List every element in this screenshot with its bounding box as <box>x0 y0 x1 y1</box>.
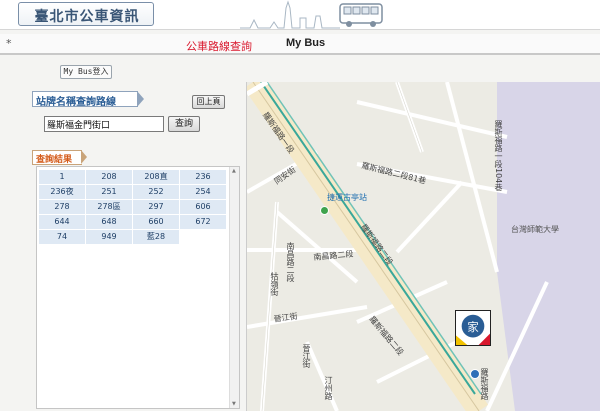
map-label: 牯嶺街 <box>270 272 279 296</box>
scroll-down-icon[interactable]: ▼ <box>232 401 236 407</box>
map-label: 羅斯福路一段104巷 <box>494 120 503 192</box>
family-logo-text: 家 <box>467 320 478 334</box>
search-panel: 站牌名稱查詢路線 回上頁 查詢 查詢結果 1 208 208直 236 236夜… <box>32 86 242 411</box>
map-label: 晉江街 <box>302 344 311 368</box>
results-list: 1 208 208直 236 236夜 251 252 254 278 278區… <box>36 166 240 409</box>
scroll-up-icon[interactable]: ▲ <box>232 168 236 174</box>
bus-stop-marker[interactable] <box>470 369 480 379</box>
site-title-text: 臺北市公車資訊 <box>34 9 140 25</box>
route-item[interactable]: 278區 <box>86 200 132 214</box>
bus-icon <box>339 3 383 27</box>
nav-star: * <box>6 37 12 50</box>
map-label-campus: 台灣師範大學 <box>511 225 559 234</box>
route-item[interactable]: 1 <box>39 170 85 184</box>
map-label: 汀州路 <box>324 376 333 400</box>
results-section-label-text: 查詢結果 <box>36 155 73 165</box>
route-item[interactable]: 644 <box>39 215 85 229</box>
results-scrollbar[interactable]: ▲ ▼ <box>229 167 239 408</box>
stop-name-input[interactable] <box>44 116 164 132</box>
my-bus-login-button[interactable]: My Bus登入 <box>60 65 112 79</box>
family-logo-icon[interactable]: 家 <box>455 310 491 346</box>
route-grid: 1 208 208直 236 236夜 251 252 254 278 278區… <box>39 170 226 244</box>
route-item[interactable]: 606 <box>180 200 226 214</box>
nav-route-query-link[interactable]: 公車路線查詢 <box>186 38 252 54</box>
city-skyline-icon <box>240 0 340 29</box>
back-button[interactable]: 回上頁 <box>192 95 225 109</box>
family-logo-graphic: 家 <box>456 311 490 345</box>
route-item[interactable]: 藍28 <box>133 230 179 244</box>
search-section-label-text: 站牌名稱查詢路線 <box>36 97 116 108</box>
mrt-station-marker[interactable] <box>320 206 329 215</box>
route-item[interactable]: 74 <box>39 230 85 244</box>
nav-my-bus-link[interactable]: My Bus <box>286 37 325 49</box>
route-item[interactable]: 254 <box>180 185 226 199</box>
site-title[interactable]: 臺北市公車資訊 <box>18 2 154 26</box>
results-section-label: 查詢結果 <box>32 150 82 165</box>
route-item[interactable]: 297 <box>133 200 179 214</box>
route-item[interactable]: 236 <box>180 170 226 184</box>
route-item[interactable]: 648 <box>86 215 132 229</box>
route-item[interactable]: 660 <box>133 215 179 229</box>
route-item[interactable]: 208直 <box>133 170 179 184</box>
query-button[interactable]: 查詢 <box>168 116 200 132</box>
route-item[interactable]: 252 <box>133 185 179 199</box>
route-item[interactable]: 949 <box>86 230 132 244</box>
map-streets <box>247 82 600 411</box>
search-section-label-arrow <box>137 91 144 107</box>
route-item[interactable]: 236夜 <box>39 185 85 199</box>
nav-bar: * 公車路線查詢 My Bus <box>0 34 600 55</box>
map-label-station: 捷運古亭站 <box>327 193 367 202</box>
route-item[interactable]: 672 <box>180 215 226 229</box>
search-section-label: 站牌名稱查詢路線 <box>32 91 138 108</box>
header: 臺北市公車資訊 <box>0 0 600 30</box>
map-label: 羅斯福路 <box>480 368 489 400</box>
map-label: 南昌路二段 <box>286 242 295 282</box>
route-item[interactable]: 208 <box>86 170 132 184</box>
route-item[interactable]: 251 <box>86 185 132 199</box>
map[interactable]: 羅斯福路一段 羅斯福路一段104巷 羅斯福路二段81巷 羅斯福路二段 捷運古亭站… <box>246 82 600 411</box>
route-item[interactable]: 278 <box>39 200 85 214</box>
results-section-label-arrow <box>81 150 87 164</box>
